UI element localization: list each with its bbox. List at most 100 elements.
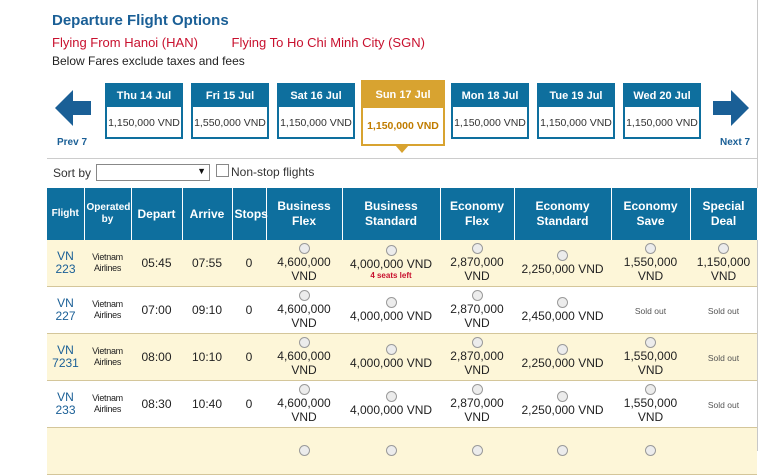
table-cell: [131, 427, 182, 475]
fare-radio[interactable]: [471, 337, 483, 348]
fare-cell[interactable]: 4,000,000 VND: [342, 333, 440, 381]
sort-label: Sort by: [53, 166, 92, 180]
operator: Vietnam Airlines: [84, 380, 131, 428]
fare-cell[interactable]: 2,870,000 VND: [440, 240, 514, 287]
table-header-row: Flight Operated by Depart Arrive Stops B…: [47, 188, 758, 240]
fare-radio[interactable]: [385, 391, 397, 402]
fare-radio[interactable]: [557, 297, 568, 308]
nonstop-checkbox[interactable]: [216, 164, 229, 177]
stops: 0: [232, 333, 266, 381]
date-tab[interactable]: Thu 14 Jul 1,150,000 VND: [105, 83, 183, 139]
sold-out-label: Sold out: [707, 400, 740, 410]
fare-cell[interactable]: 2,870,000 VND: [440, 333, 514, 381]
fare-price: 4,000,000 VND: [349, 403, 433, 417]
sold-out-cell: Sold out: [690, 286, 757, 334]
fare-radio[interactable]: [385, 245, 397, 256]
fare-radio[interactable]: [298, 337, 310, 348]
fare-radio[interactable]: [718, 243, 729, 254]
fare-cell[interactable]: 1,550,000 VND: [611, 333, 690, 381]
page-title: Departure Flight Options: [52, 12, 229, 29]
col-depart: Depart: [131, 188, 183, 240]
fare-cell[interactable]: 2,450,000 VND: [514, 286, 611, 334]
fare-cell[interactable]: [611, 427, 690, 475]
table-cell: [47, 427, 84, 475]
fare-cell[interactable]: 4,000,000 VND: [342, 286, 440, 334]
fare-price: 1,550,000 VND: [623, 255, 678, 283]
table-row: VN 7231 Vietnam Airlines 08:00 10:10 0 4…: [47, 333, 757, 381]
date-tab[interactable]: Tue 19 Jul 1,150,000 VND: [537, 83, 615, 139]
page-header: Departure Flight Options Flying From Han…: [52, 12, 754, 68]
fare-cell[interactable]: [514, 427, 611, 475]
fare-price: 2,870,000 VND: [450, 349, 504, 377]
operator: Vietnam Airlines: [84, 333, 131, 381]
next-week-link[interactable]: Next 7: [720, 137, 750, 148]
fare-price: 2,250,000 VND: [521, 403, 604, 417]
fare-cell[interactable]: [266, 427, 342, 475]
fare-cell[interactable]: 2,250,000 VND: [514, 240, 611, 287]
fare-price: 4,000,000 VND: [349, 356, 433, 370]
arrive-time: 09:10: [182, 286, 232, 334]
fare-cell[interactable]: 1,550,000 VND: [611, 240, 690, 287]
fare-cell[interactable]: [440, 427, 514, 475]
fare-cell[interactable]: 2,870,000 VND: [440, 286, 514, 334]
fare-radio[interactable]: [645, 243, 656, 254]
fare-radio[interactable]: [298, 243, 310, 254]
date-tab-price: 1,150,000 VND: [367, 120, 439, 132]
fare-radio[interactable]: [298, 384, 310, 395]
fare-radio[interactable]: [557, 391, 568, 402]
fare-radio[interactable]: [471, 290, 483, 301]
date-tab-label: Wed 20 Jul: [625, 85, 699, 107]
table-row: VN 223 Vietnam Airlines 05:45 07:55 0 4,…: [47, 240, 757, 287]
flight-number: VN 233: [47, 380, 84, 428]
fare-cell[interactable]: 2,250,000 VND: [514, 380, 611, 428]
stops: 0: [232, 286, 266, 334]
fare-radio[interactable]: [645, 384, 656, 395]
fare-cell[interactable]: 4,000,000 VND 4 seats left: [342, 240, 440, 287]
fare-cell[interactable]: 2,870,000 VND: [440, 380, 514, 428]
date-tab[interactable]: Fri 15 Jul 1,550,000 VND: [191, 83, 269, 139]
date-tab-price: 1,150,000 VND: [626, 117, 698, 129]
nonstop-label: Non-stop flights: [231, 165, 315, 179]
flight-number: VN 227: [47, 286, 84, 334]
fare-radio[interactable]: [645, 337, 656, 348]
fare-price: 1,550,000 VND: [623, 396, 678, 424]
date-tab[interactable]: Wed 20 Jul 1,150,000 VND: [623, 83, 701, 139]
fare-radio[interactable]: [471, 243, 483, 254]
fare-cell[interactable]: 4,000,000 VND: [342, 380, 440, 428]
date-tab[interactable]: Sat 16 Jul 1,150,000 VND: [277, 83, 355, 139]
window-edge: [757, 0, 763, 451]
fare-cell[interactable]: 4,600,000 VND: [266, 333, 342, 381]
arrow-left-icon[interactable]: [53, 86, 93, 130]
fare-cell[interactable]: 2,250,000 VND: [514, 333, 611, 381]
arrow-right-icon[interactable]: [711, 86, 751, 130]
fare-cell[interactable]: 4,600,000 VND: [266, 240, 342, 287]
fare-radio[interactable]: [471, 384, 483, 395]
fare-radio[interactable]: [385, 344, 397, 355]
fare-cell[interactable]: 1,150,000 VND: [690, 240, 757, 287]
table-row: VN 227 Vietnam Airlines 07:00 09:10 0 4,…: [47, 286, 757, 334]
prev-week-link[interactable]: Prev 7: [57, 137, 87, 148]
sold-out-cell: Sold out: [690, 333, 757, 381]
fare-cell[interactable]: 1,550,000 VND: [611, 380, 690, 428]
fare-price: 4,600,000 VND: [277, 255, 331, 283]
fare-cell[interactable]: [342, 427, 440, 475]
sort-select[interactable]: ▼: [96, 164, 210, 181]
table-row: [47, 427, 757, 475]
fare-cell[interactable]: 4,600,000 VND: [266, 286, 342, 334]
fare-price: 1,550,000 VND: [623, 349, 678, 377]
arrive-time: 10:40: [182, 380, 232, 428]
fare-note: Below Fares exclude taxes and fees: [52, 54, 245, 68]
fare-radio[interactable]: [557, 344, 568, 355]
fare-price: 4,600,000 VND: [277, 302, 331, 330]
date-tab-price: 1,150,000 VND: [540, 117, 612, 129]
fare-cell[interactable]: 4,600,000 VND: [266, 380, 342, 428]
fare-radio[interactable]: [385, 297, 397, 308]
sold-out-cell: Sold out: [611, 286, 690, 334]
fare-radio[interactable]: [298, 290, 310, 301]
fare-radio[interactable]: [557, 250, 568, 261]
sold-out-label: Sold out: [707, 353, 740, 363]
seats-left-note: 4 seats left: [370, 271, 412, 280]
date-tab-selected[interactable]: Sun 17 Jul 1,150,000 VND: [361, 80, 445, 153]
date-tab[interactable]: Mon 18 Jul 1,150,000 VND: [451, 83, 529, 139]
date-tab-price: 1,550,000 VND: [194, 117, 266, 129]
